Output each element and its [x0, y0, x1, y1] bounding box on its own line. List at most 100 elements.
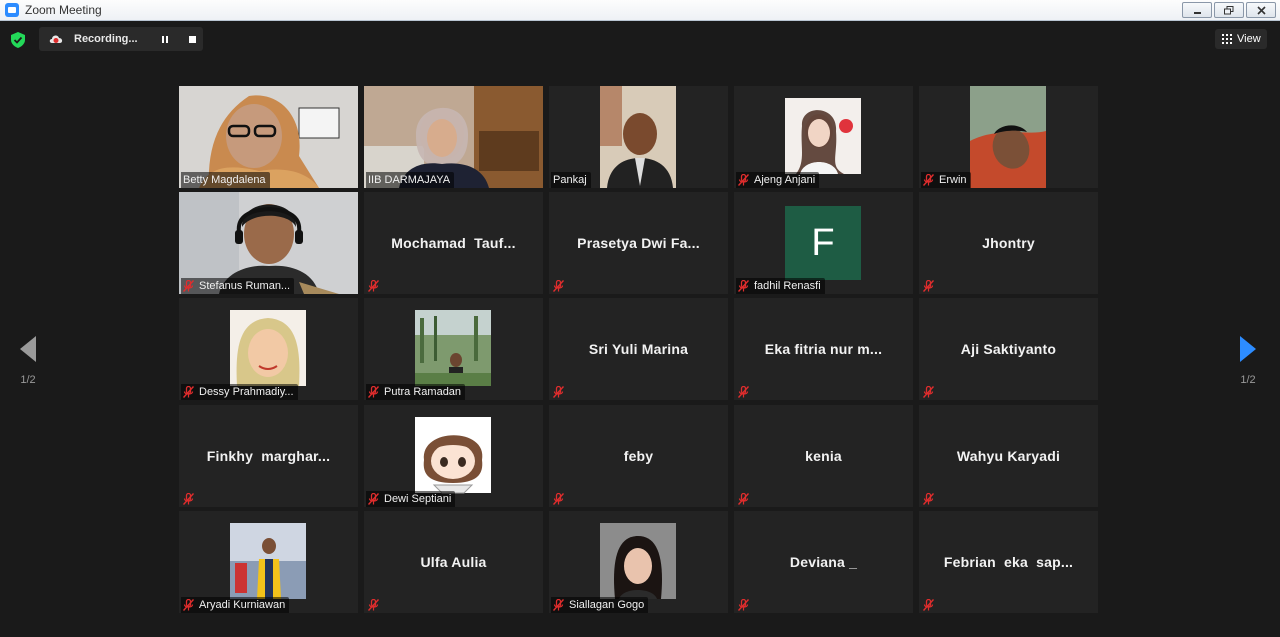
muted-microphone-icon: [183, 386, 194, 398]
close-button[interactable]: [1246, 2, 1276, 18]
muted-microphone-icon: [183, 493, 194, 505]
participant-tile[interactable]: Ajeng Anjani: [734, 86, 913, 188]
muted-microphone-icon: [738, 174, 749, 186]
participant-name: Siallagan Gogo: [569, 599, 645, 611]
participant-label: [921, 491, 943, 507]
participant-tile[interactable]: Erwin: [919, 86, 1098, 188]
previous-page-button[interactable]: 1/2: [8, 336, 48, 386]
muted-microphone-icon: [368, 493, 379, 505]
participant-tile[interactable]: Aji Saktiyanto: [919, 298, 1098, 400]
window-title: Zoom Meeting: [25, 3, 102, 17]
participant-label: Ajeng Anjani: [736, 172, 820, 188]
participant-label: [736, 491, 758, 507]
muted-microphone-icon: [923, 174, 934, 186]
participant-tile[interactable]: Eka fitria nur m...: [734, 298, 913, 400]
participant-label: [551, 384, 573, 400]
participant-name-center: Eka fitria nur m...: [764, 341, 883, 357]
participant-tile[interactable]: Finkhy marghar...: [179, 405, 358, 507]
participant-tile[interactable]: Wahyu Karyadi: [919, 405, 1098, 507]
participant-name-center: Wahyu Karyadi: [956, 448, 1061, 464]
restore-button[interactable]: [1214, 2, 1244, 18]
participant-label: [921, 278, 943, 294]
next-page-button[interactable]: 1/2: [1228, 336, 1268, 386]
participant-name-center: Febrian eka sap...: [943, 554, 1074, 570]
participant-name-center: feby: [623, 448, 654, 464]
participant-tile[interactable]: Prasetya Dwi Fa...: [549, 192, 728, 294]
muted-microphone-icon: [738, 599, 749, 611]
muted-microphone-icon: [368, 280, 379, 292]
muted-microphone-icon: [553, 280, 564, 292]
participant-tile[interactable]: Pankaj: [549, 86, 728, 188]
participant-label: Putra Ramadan: [366, 384, 466, 400]
participant-label: fadhil Renasfi: [736, 278, 825, 294]
participant-tile[interactable]: Dessy Prahmadiy...: [179, 298, 358, 400]
participant-label: Dessy Prahmadiy...: [181, 384, 298, 400]
participant-tile[interactable]: feby: [549, 405, 728, 507]
participant-tile[interactable]: Mochamad Tauf...: [364, 192, 543, 294]
participant-name: IIB DARMAJAYA: [368, 174, 451, 186]
participant-label: Betty Magdalena: [181, 172, 270, 188]
participant-tile[interactable]: Dewi Septiani: [364, 405, 543, 507]
participant-label: Pankaj: [551, 172, 591, 188]
participant-tile[interactable]: Putra Ramadan: [364, 298, 543, 400]
participant-tile[interactable]: IIB DARMAJAYA: [364, 86, 543, 188]
participant-label: [366, 278, 388, 294]
participant-tile[interactable]: kenia: [734, 405, 913, 507]
participant-label: IIB DARMAJAYA: [366, 172, 455, 188]
muted-microphone-icon: [183, 280, 194, 292]
participant-tile[interactable]: Ffadhil Renasfi: [734, 192, 913, 294]
page-indicator-left: 1/2: [20, 374, 36, 386]
muted-microphone-icon: [738, 280, 749, 292]
muted-microphone-icon: [553, 599, 564, 611]
participant-name: Dessy Prahmadiy...: [199, 386, 294, 398]
participant-label: [551, 491, 573, 507]
page-indicator-right: 1/2: [1240, 374, 1256, 386]
participant-name-center: Sri Yuli Marina: [588, 341, 689, 357]
participant-name: fadhil Renasfi: [754, 280, 821, 292]
participant-tile[interactable]: Siallagan Gogo: [549, 511, 728, 613]
cloud-record-icon: [49, 35, 63, 43]
participant-label: [181, 491, 203, 507]
participant-tile[interactable]: Jhontry: [919, 192, 1098, 294]
participant-name-center: Aji Saktiyanto: [960, 341, 1057, 357]
participant-tile[interactable]: Aryadi Kurniawan: [179, 511, 358, 613]
participant-tile[interactable]: Febrian eka sap...: [919, 511, 1098, 613]
muted-microphone-icon: [183, 599, 194, 611]
view-button[interactable]: View: [1215, 29, 1267, 49]
muted-microphone-icon: [923, 280, 934, 292]
participant-name-center: Mochamad Tauf...: [391, 235, 516, 251]
minimize-icon: [1193, 11, 1201, 14]
participant-name-center: Finkhy marghar...: [206, 448, 331, 464]
minimize-button[interactable]: [1182, 2, 1212, 18]
muted-microphone-icon: [738, 386, 749, 398]
participant-name: Stefanus Ruman...: [199, 280, 291, 292]
participant-label: Siallagan Gogo: [551, 597, 649, 613]
participant-name: Putra Ramadan: [384, 386, 462, 398]
recording-label: Recording...: [74, 33, 138, 45]
close-icon: [1256, 5, 1266, 15]
participant-tile[interactable]: Deviana _: [734, 511, 913, 613]
participant-name-center: Jhontry: [982, 235, 1035, 251]
participant-name: Betty Magdalena: [183, 174, 266, 186]
participant-label: Aryadi Kurniawan: [181, 597, 290, 613]
participant-tile[interactable]: Betty Magdalena: [179, 86, 358, 188]
participant-label: Erwin: [921, 172, 971, 188]
participant-name-center: Ulfa Aulia: [420, 554, 487, 570]
participant-name-center: kenia: [805, 448, 842, 464]
pause-recording-button[interactable]: [158, 32, 172, 46]
participant-name: Ajeng Anjani: [754, 174, 816, 186]
participant-tile[interactable]: Sri Yuli Marina: [549, 298, 728, 400]
muted-microphone-icon: [553, 493, 564, 505]
participant-label: [366, 597, 388, 613]
participant-name: Dewi Septiani: [384, 493, 452, 505]
participant-label: [551, 278, 573, 294]
muted-microphone-icon: [368, 599, 379, 611]
stop-recording-button[interactable]: [185, 32, 199, 46]
participant-name-center: Prasetya Dwi Fa...: [577, 235, 700, 251]
participant-tile[interactable]: Ulfa Aulia: [364, 511, 543, 613]
window-titlebar: Zoom Meeting: [0, 0, 1280, 21]
restore-icon: [1224, 5, 1234, 14]
participant-tile[interactable]: Stefanus Ruman...: [179, 192, 358, 294]
participant-name: Pankaj: [553, 174, 587, 186]
encryption-shield-icon[interactable]: [11, 32, 25, 48]
